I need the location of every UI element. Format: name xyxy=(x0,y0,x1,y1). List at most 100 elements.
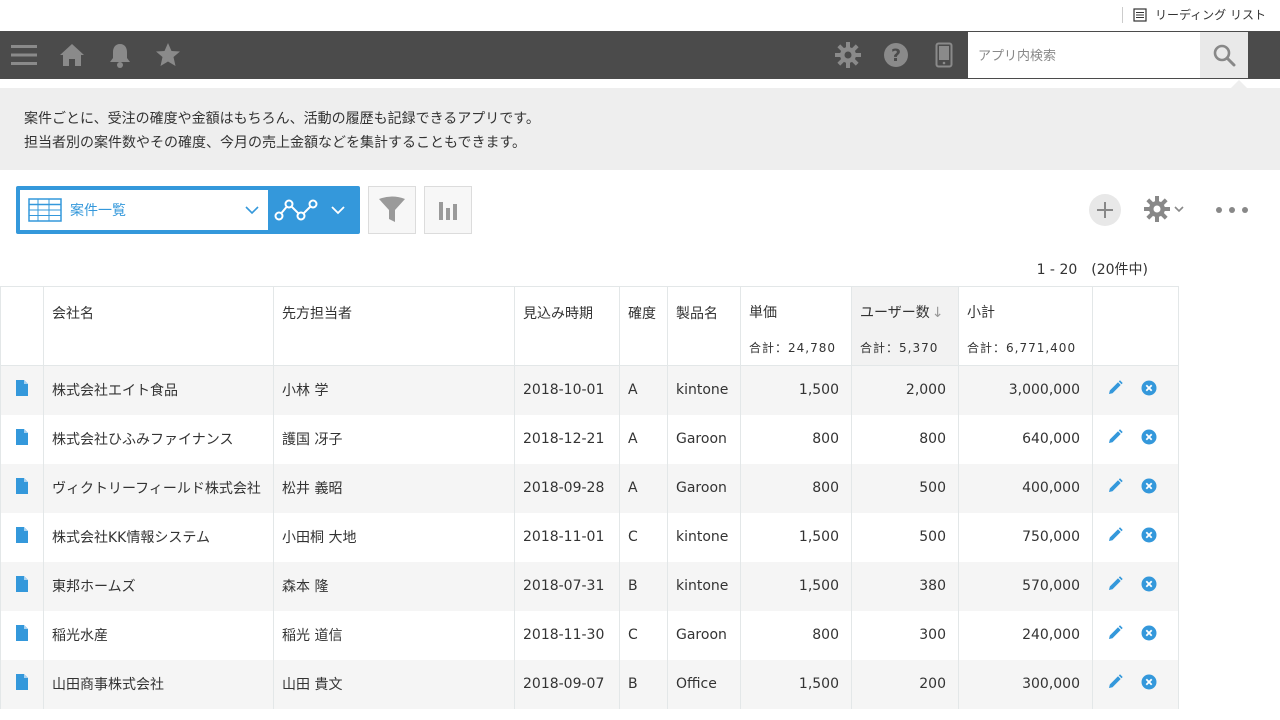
record-detail-link[interactable] xyxy=(0,512,44,562)
cell-price: 1,500 xyxy=(740,561,852,611)
star-icon[interactable] xyxy=(154,41,182,69)
cell-company: 東邦ホームズ xyxy=(43,561,274,611)
delete-button[interactable] xyxy=(1141,576,1157,592)
edit-button[interactable] xyxy=(1107,674,1123,690)
gear-icon xyxy=(1144,196,1170,222)
description-caret xyxy=(1231,80,1247,88)
edit-button[interactable] xyxy=(1107,527,1123,543)
delete-button[interactable] xyxy=(1141,674,1157,690)
record-detail-link[interactable] xyxy=(0,463,44,513)
close-circle-icon xyxy=(1141,380,1157,396)
cell-product: kintone xyxy=(667,365,741,415)
row-actions xyxy=(1092,561,1179,611)
header-contact[interactable]: 先方担当者 xyxy=(273,286,515,366)
cell-subtotal: 400,000 xyxy=(958,463,1093,513)
chevron-down-icon xyxy=(331,206,345,215)
header-certainty[interactable]: 確度 xyxy=(619,286,668,366)
record-detail-link[interactable] xyxy=(0,414,44,464)
delete-button[interactable] xyxy=(1141,625,1157,641)
header-company[interactable]: 会社名 xyxy=(43,286,274,366)
edit-button[interactable] xyxy=(1107,625,1123,641)
record-detail-link[interactable] xyxy=(0,659,44,709)
cell-company: 株式会社KK情報システム xyxy=(43,512,274,562)
table-row: 稲光水産 稲光 道信 2018-11-30 C Garoon 800 300 2… xyxy=(0,610,1179,660)
plus-icon xyxy=(1097,202,1113,218)
header-price[interactable]: 単価 合計：24,780 xyxy=(740,286,852,366)
filter-button[interactable] xyxy=(368,186,416,234)
document-icon xyxy=(16,625,28,641)
cell-contact: 稲光 道信 xyxy=(273,610,515,660)
cell-price: 1,500 xyxy=(740,365,852,415)
cell-date: 2018-12-21 xyxy=(514,414,620,464)
pencil-icon xyxy=(1109,429,1123,443)
header-date[interactable]: 見込み時期 xyxy=(514,286,620,366)
pencil-icon xyxy=(1109,380,1123,395)
line-graph-icon xyxy=(274,199,318,221)
delete-button[interactable] xyxy=(1141,380,1157,396)
chart-button[interactable] xyxy=(424,186,472,234)
cell-date: 2018-09-07 xyxy=(514,659,620,709)
app-description: 案件ごとに、受注の確度や金額はもちろん、活動の履歴も記録できるアプリです。 担当… xyxy=(0,88,1280,170)
table-view-icon xyxy=(28,198,62,222)
search-button[interactable] xyxy=(1200,32,1248,78)
pagination-info: 1 - 20 (20件中) xyxy=(1036,262,1148,278)
header-subtotal[interactable]: 小計 合計：6,771,400 xyxy=(958,286,1093,366)
add-record-button[interactable] xyxy=(1089,194,1121,226)
table-row: 株式会社ひふみファイナンス 護国 冴子 2018-12-21 A Garoon … xyxy=(0,414,1179,464)
global-nav: ? xyxy=(0,31,1280,79)
header-actions xyxy=(1092,286,1179,366)
record-detail-link[interactable] xyxy=(0,561,44,611)
view-select[interactable]: 案件一覧 xyxy=(20,190,268,230)
cell-certainty: B xyxy=(619,659,668,709)
row-actions xyxy=(1092,610,1179,660)
bell-icon[interactable] xyxy=(106,41,134,69)
help-icon[interactable]: ? xyxy=(882,41,910,69)
home-icon[interactable] xyxy=(58,41,86,69)
gear-icon[interactable] xyxy=(834,41,862,69)
app-settings-button[interactable] xyxy=(1144,196,1184,222)
dot-icon xyxy=(1242,207,1248,213)
cell-contact: 護国 冴子 xyxy=(273,414,515,464)
description-line: 案件ごとに、受注の確度や金額はもちろん、活動の履歴も記録できるアプリです。 xyxy=(24,111,540,127)
divider xyxy=(1122,6,1124,23)
cell-certainty: A xyxy=(619,365,668,415)
close-circle-icon xyxy=(1141,625,1157,641)
header-users[interactable]: ユーザー数 ↓ 合計：5,370 xyxy=(851,286,959,366)
mobile-icon[interactable] xyxy=(930,41,958,69)
cell-date: 2018-09-28 xyxy=(514,463,620,513)
delete-button[interactable] xyxy=(1141,527,1157,543)
more-options-button[interactable] xyxy=(1216,202,1248,218)
edit-button[interactable] xyxy=(1107,576,1123,592)
graph-view-button[interactable] xyxy=(274,194,356,226)
edit-button[interactable] xyxy=(1107,429,1123,445)
table-row: 山田商事株式会社 山田 貴文 2018-09-07 B Office 1,500… xyxy=(0,659,1179,709)
cell-subtotal: 300,000 xyxy=(958,659,1093,709)
header-detail xyxy=(0,286,44,366)
cell-date: 2018-07-31 xyxy=(514,561,620,611)
cell-product: Office xyxy=(667,659,741,709)
delete-button[interactable] xyxy=(1141,478,1157,494)
delete-button[interactable] xyxy=(1141,429,1157,445)
cell-subtotal: 3,000,000 xyxy=(958,365,1093,415)
document-icon xyxy=(16,380,28,397)
cell-users: 500 xyxy=(851,463,959,513)
header-product[interactable]: 製品名 xyxy=(667,286,741,366)
cell-product: Garoon xyxy=(667,414,741,464)
cell-users: 300 xyxy=(851,610,959,660)
record-detail-link[interactable] xyxy=(0,365,44,415)
edit-button[interactable] xyxy=(1107,380,1123,396)
record-detail-link[interactable] xyxy=(0,610,44,660)
dot-icon xyxy=(1216,207,1222,213)
cell-subtotal: 240,000 xyxy=(958,610,1093,660)
edit-button[interactable] xyxy=(1107,478,1123,494)
reading-list-link[interactable]: リーディング リスト xyxy=(1122,6,1266,23)
cell-company: 稲光水産 xyxy=(43,610,274,660)
pencil-icon xyxy=(1109,625,1123,639)
table-row: 株式会社KK情報システム 小田桐 大地 2018-11-01 C kintone… xyxy=(0,512,1179,562)
search-icon xyxy=(1213,44,1236,67)
cell-price: 800 xyxy=(740,463,852,513)
sum-price: 合計：24,780 xyxy=(749,341,836,355)
app-search-input[interactable] xyxy=(968,32,1200,78)
cell-company: ヴィクトリーフィールド株式会社 xyxy=(43,463,274,513)
menu-icon[interactable] xyxy=(10,41,38,69)
